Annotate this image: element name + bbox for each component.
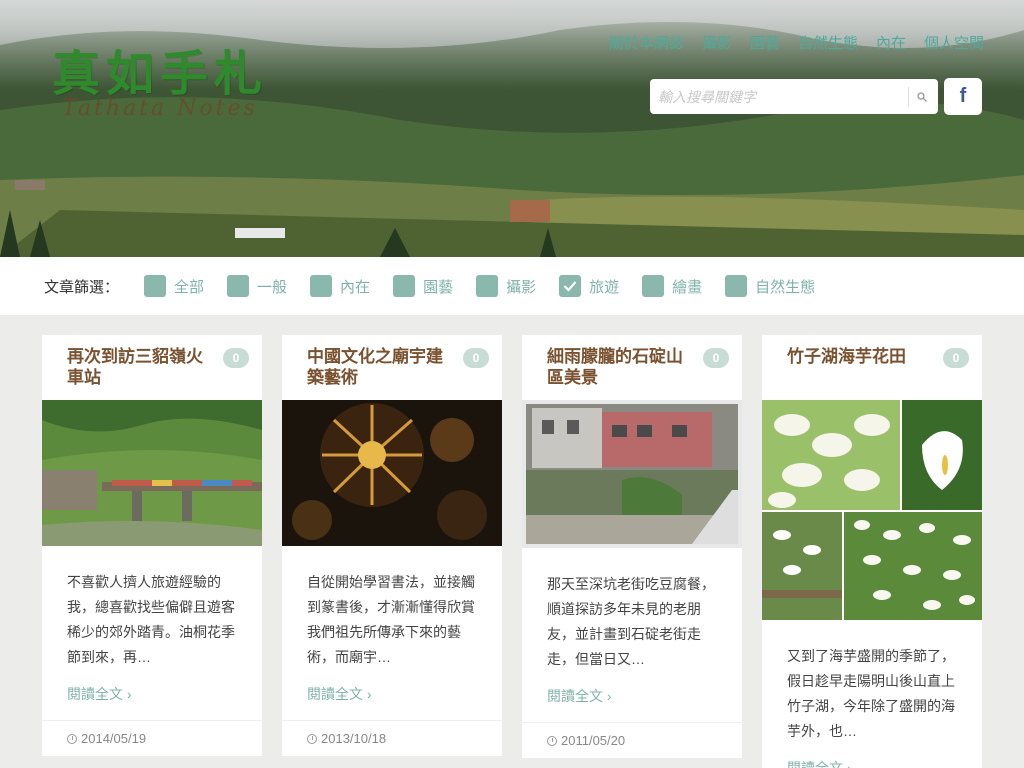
header-banner: 真如手札 Tathata Notes 關於本網誌 攝影 園藝 自然生態 內在 個… (0, 0, 1024, 257)
filter-checkbox[interactable] (393, 275, 416, 297)
clock-icon (547, 735, 557, 746)
nav-link-about[interactable]: 關於本網誌 (609, 32, 684, 53)
clock-icon (67, 733, 77, 744)
article-title[interactable]: 竹子湖海芋花田 (787, 347, 936, 368)
search-input[interactable] (650, 79, 908, 114)
filter-option-label: 攝影 (506, 278, 537, 296)
article-thumbnail[interactable] (282, 400, 502, 546)
nav-link-nature[interactable]: 自然生態 (798, 32, 858, 53)
site-logo-title[interactable]: 真如手札 (52, 34, 268, 104)
search-button[interactable] (908, 86, 934, 107)
comment-count-badge: 0 (463, 348, 489, 368)
filter-checkbox[interactable] (476, 275, 499, 297)
card-header: 細雨朦朧的石碇山區美景 0 (522, 335, 742, 400)
comment-count-badge: 0 (703, 348, 729, 368)
filter-option-label: 園藝 (423, 278, 454, 296)
filter-checkbox[interactable] (144, 275, 167, 297)
article-grid: 再次到訪三貂嶺火車站 0 不喜歡人擠人旅遊經驗的我，總喜歡找些偏僻且遊客稀少的郊… (0, 315, 1024, 768)
top-navigation: 關於本網誌 攝影 園藝 自然生態 內在 個人空間 (609, 32, 984, 53)
article-filter-bar: 文章篩選： 全部 一般 內在 園藝 攝影 旅遊 繪畫 自然生態 (0, 257, 1024, 315)
filter-option-inner[interactable]: 內在 (310, 275, 370, 297)
filter-checkbox[interactable] (227, 275, 250, 297)
article-excerpt: 不喜歡人擠人旅遊經驗的我，總喜歡找些偏僻且遊客稀少的郊外踏青。油桐花季節到來，再… (67, 574, 235, 665)
card-footer: 2011/05/20 (522, 722, 742, 758)
article-card: 細雨朦朧的石碇山區美景 0 那天至深坑老街吃豆腐餐，順道探訪多年未見的老朋友，並… (522, 335, 742, 758)
nav-link-photography[interactable]: 攝影 (702, 32, 732, 53)
article-thumbnail[interactable] (522, 400, 742, 548)
filter-option-label: 一般 (257, 278, 288, 296)
card-header: 再次到訪三貂嶺火車站 0 (42, 335, 262, 400)
comment-count-badge: 0 (943, 348, 969, 368)
card-header: 中國文化之廟宇建築藝術 0 (282, 335, 502, 400)
filter-checkbox[interactable] (310, 275, 333, 297)
filter-option-label: 全部 (174, 278, 205, 296)
article-thumbnail[interactable] (42, 400, 262, 546)
facebook-button[interactable]: f (944, 78, 982, 115)
article-thumbnail[interactable] (762, 400, 982, 620)
nav-link-inner[interactable]: 內在 (876, 32, 906, 53)
article-excerpt: 那天至深坑老街吃豆腐餐，順道探訪多年未見的老朋友，並計畫到石碇老街走走，但當日又… (547, 576, 715, 667)
site-logo-subtitle: Tathata Notes (62, 96, 258, 121)
filter-option-label: 旅遊 (589, 278, 620, 296)
filter-option-gardening[interactable]: 園藝 (393, 275, 453, 297)
filter-option-label: 自然生態 (755, 278, 816, 296)
card-header: 竹子湖海芋花田 0 (762, 335, 982, 400)
article-date: 2011/05/20 (561, 733, 626, 748)
article-card: 中國文化之廟宇建築藝術 0 自從開始學習書法，並接觸到篆書後，才漸漸懂得欣賞我們… (282, 335, 502, 756)
article-excerpt: 自從開始學習書法，並接觸到篆書後，才漸漸懂得欣賞我們祖先所傳承下來的藝術，而廟宇… (307, 574, 475, 665)
filter-option-painting[interactable]: 繪畫 (642, 275, 702, 297)
article-card: 再次到訪三貂嶺火車站 0 不喜歡人擠人旅遊經驗的我，總喜歡找些偏僻且遊客稀少的郊… (42, 335, 262, 756)
card-footer: 2013/10/18 (282, 720, 502, 756)
card-footer: 2014/05/19 (42, 720, 262, 756)
clock-icon (307, 733, 317, 744)
read-more-link[interactable]: 閱讀全文 › (762, 744, 982, 768)
article-date: 2013/10/18 (321, 731, 387, 746)
checkmark-icon (563, 281, 577, 292)
read-more-link[interactable]: 閱讀全文 › (282, 670, 502, 720)
read-more-link[interactable]: 閱讀全文 › (42, 670, 262, 720)
search-icon (916, 91, 927, 102)
filter-option-general[interactable]: 一般 (227, 275, 287, 297)
search-box (650, 79, 938, 114)
article-title[interactable]: 再次到訪三貂嶺火車站 (67, 347, 216, 389)
filter-checkbox[interactable] (642, 275, 665, 297)
article-card: 竹子湖海芋花田 0 又到了海芋盛開的季節了，假日趁早走陽明山後山直上竹子湖，今年… (762, 335, 982, 768)
article-date: 2014/05/19 (81, 731, 147, 746)
read-more-link[interactable]: 閱讀全文 › (522, 672, 742, 722)
filter-option-label: 內在 (340, 278, 371, 296)
article-title[interactable]: 細雨朦朧的石碇山區美景 (547, 347, 696, 389)
nav-link-personal[interactable]: 個人空間 (924, 32, 984, 53)
nav-link-gardening[interactable]: 園藝 (750, 32, 780, 53)
filter-option-label: 繪畫 (672, 278, 703, 296)
filter-option-travel[interactable]: 旅遊 (559, 275, 619, 297)
facebook-icon: f (959, 85, 967, 107)
article-title[interactable]: 中國文化之廟宇建築藝術 (307, 347, 456, 389)
article-excerpt: 又到了海芋盛開的季節了，假日趁早走陽明山後山直上竹子湖，今年除了盛開的海芋外，也… (787, 648, 955, 739)
filter-checkbox[interactable] (725, 275, 748, 297)
comment-count-badge: 0 (223, 348, 249, 368)
filter-label: 文章篩選： (44, 278, 120, 296)
filter-option-nature[interactable]: 自然生態 (725, 275, 815, 297)
filter-checkbox-checked[interactable] (559, 275, 582, 297)
filter-option-all[interactable]: 全部 (144, 275, 204, 297)
filter-option-photography[interactable]: 攝影 (476, 275, 536, 297)
